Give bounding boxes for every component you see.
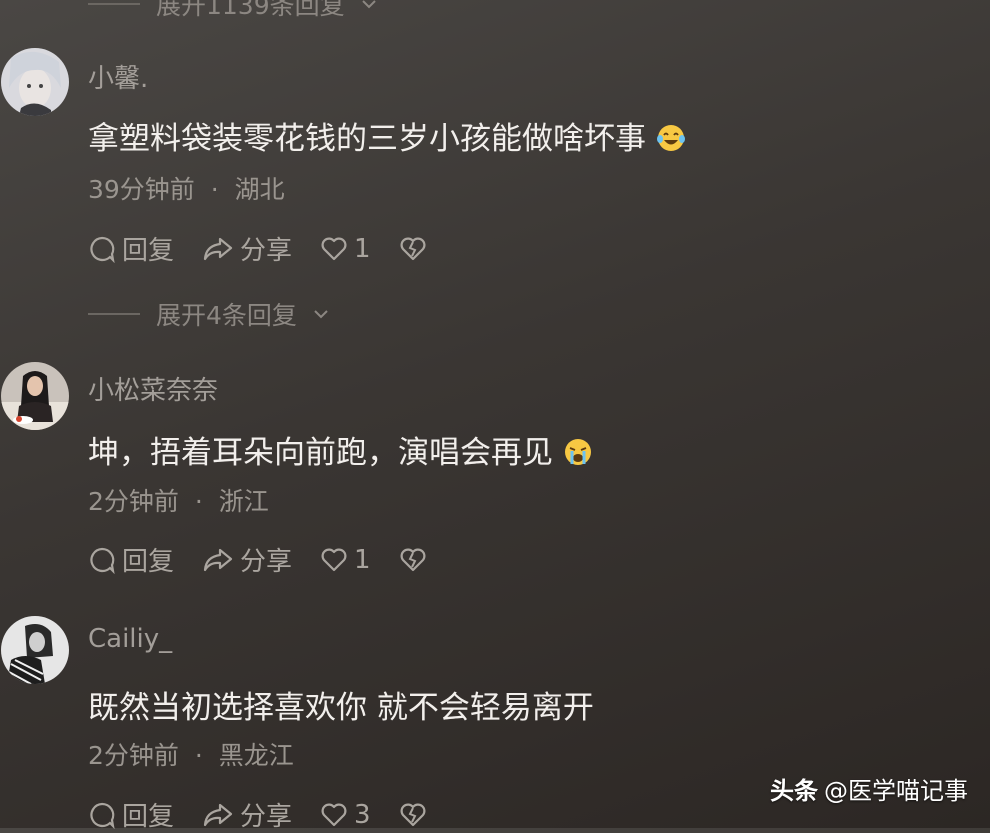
reply-bubble-icon bbox=[90, 802, 115, 829]
reply-label: 回复 bbox=[122, 236, 175, 266]
share-button[interactable]: 分享 bbox=[202, 796, 292, 833]
comment-meta: 2分钟前 · 浙江 bbox=[88, 482, 269, 518]
reply-button[interactable]: 回复 bbox=[88, 796, 174, 833]
expand-replies[interactable]: 展开4条回复 bbox=[88, 296, 329, 332]
share-label: 分享 bbox=[240, 547, 293, 577]
meta-separator: · bbox=[210, 175, 219, 204]
joy-tears-emoji-icon bbox=[657, 125, 685, 151]
chevron-down-icon bbox=[361, 0, 376, 9]
chevron-down-icon bbox=[314, 310, 328, 319]
comment-text: 拿塑料袋装零花钱的三岁小孩能做啥坏事 bbox=[88, 113, 686, 158]
broken-heart-icon bbox=[400, 237, 426, 260]
reply-label: 回复 bbox=[122, 547, 175, 577]
broken-heart-icon bbox=[400, 548, 426, 571]
reply-button[interactable]: 回复 bbox=[88, 541, 174, 578]
comment-location: 浙江 bbox=[218, 487, 269, 516]
comment-text: 既然当初选择喜欢你 就不会轻易离开 bbox=[88, 682, 594, 727]
avatar[interactable] bbox=[1, 48, 69, 116]
comment-time: 39分钟前 bbox=[88, 175, 195, 204]
comment-meta: 39分钟前 · 湖北 bbox=[88, 170, 285, 206]
comment-username[interactable]: Cailiy_ bbox=[88, 624, 172, 654]
share-label: 分享 bbox=[240, 802, 293, 832]
comment-actions: 回复 分享 1 bbox=[88, 541, 455, 578]
reply-button[interactable]: 回复 bbox=[88, 230, 174, 267]
comment-time: 2分钟前 bbox=[88, 741, 179, 770]
comment-text-content: 既然当初选择喜欢你 就不会轻易离开 bbox=[88, 690, 594, 726]
like-count: 3 bbox=[354, 799, 371, 830]
divider-line bbox=[88, 313, 140, 315]
like-button[interactable]: 3 bbox=[320, 800, 371, 830]
comment-text-content: 坤，捂着耳朵向前跑，演唱会再见 bbox=[88, 435, 553, 471]
reply-bubble-icon bbox=[90, 547, 115, 574]
dislike-button[interactable] bbox=[399, 802, 427, 828]
meta-separator: · bbox=[194, 741, 203, 770]
comment-username[interactable]: 小松菜奈奈 bbox=[88, 370, 218, 407]
share-arrow-icon bbox=[203, 803, 233, 826]
dislike-button[interactable] bbox=[399, 236, 427, 262]
watermark-handle: @医学喵记事 bbox=[824, 777, 968, 805]
broken-heart-icon bbox=[400, 803, 426, 826]
divider-line bbox=[88, 3, 140, 5]
watermark: 头条 @医学喵记事 bbox=[770, 771, 968, 806]
comment-location: 湖北 bbox=[234, 175, 285, 204]
like-count: 1 bbox=[354, 233, 371, 264]
share-arrow-icon bbox=[203, 548, 233, 571]
share-button[interactable]: 分享 bbox=[202, 541, 292, 578]
like-count: 1 bbox=[354, 544, 371, 575]
meta-separator: · bbox=[194, 487, 203, 516]
dislike-button[interactable] bbox=[399, 547, 427, 573]
share-button[interactable]: 分享 bbox=[202, 230, 292, 267]
avatar[interactable] bbox=[1, 616, 69, 684]
share-arrow-icon bbox=[203, 237, 233, 260]
like-button[interactable]: 1 bbox=[320, 234, 371, 264]
share-label: 分享 bbox=[240, 236, 293, 266]
like-button[interactable]: 1 bbox=[320, 545, 371, 575]
reply-bubble-icon bbox=[90, 236, 115, 263]
comment-location: 黑龙江 bbox=[218, 741, 294, 770]
expand-replies-label: 展开1139条回复 bbox=[156, 0, 345, 20]
comment-username[interactable]: 小馨. bbox=[88, 58, 148, 95]
avatar[interactable] bbox=[1, 362, 69, 430]
watermark-brand: 头条 bbox=[770, 777, 818, 805]
expand-replies-label: 展开4条回复 bbox=[156, 301, 297, 330]
reply-label: 回复 bbox=[122, 802, 175, 832]
comment-actions: 回复 分享 3 bbox=[88, 796, 455, 833]
comment-text: 坤，捂着耳朵向前跑，演唱会再见 bbox=[88, 427, 593, 472]
heart-icon bbox=[321, 803, 347, 826]
comment-text-content: 拿塑料袋装零花钱的三岁小孩能做啥坏事 bbox=[88, 121, 646, 157]
expand-replies-top[interactable]: 展开1139条回复 bbox=[88, 0, 377, 22]
crying-emoji-icon bbox=[565, 439, 591, 465]
comment-actions: 回复 分享 1 bbox=[88, 230, 455, 267]
heart-icon bbox=[321, 548, 347, 571]
comment-time: 2分钟前 bbox=[88, 487, 179, 516]
comment-meta: 2分钟前 · 黑龙江 bbox=[88, 736, 294, 772]
heart-icon bbox=[321, 237, 347, 260]
